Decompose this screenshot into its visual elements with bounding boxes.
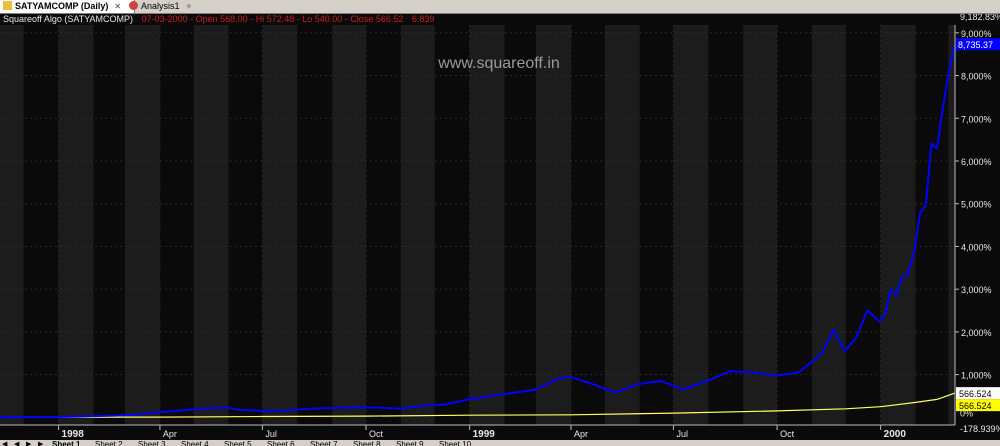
x-tick-label: Apr xyxy=(163,429,177,439)
x-tick-label: 2000 xyxy=(884,429,907,440)
month-band xyxy=(262,25,298,425)
month-band xyxy=(58,25,94,425)
y-tick-label: 9,000% xyxy=(961,29,992,39)
y-min-label: -178.939% xyxy=(960,424,1000,434)
y-tick-label: 8,000% xyxy=(961,72,992,82)
month-band xyxy=(469,25,505,425)
month-band xyxy=(400,25,435,425)
prev-sheet-button[interactable]: ◀ xyxy=(14,440,19,446)
sheet-tab[interactable]: Sheet 5 xyxy=(224,440,252,446)
y-tick-label: 7,000% xyxy=(961,114,992,124)
tab-satyamcomp[interactable]: SATYAMCOMP (Daily) ✕ xyxy=(0,0,135,13)
x-tick-label: Jul xyxy=(265,429,277,439)
settings-icon[interactable]: ✧ xyxy=(186,0,193,13)
sheet-tab[interactable]: Sheet 8 xyxy=(353,440,381,446)
sheet-tab[interactable]: Sheet 4 xyxy=(181,440,209,446)
month-band xyxy=(332,25,367,425)
x-tick-label: 1998 xyxy=(62,429,85,440)
month-band xyxy=(811,25,846,425)
tab-analysis1[interactable]: Analysis1 ✧ xyxy=(126,0,216,13)
system-name: Squareoff Algo (SATYAMCOMP) xyxy=(3,14,134,24)
sheet-tab[interactable]: Sheet 2 xyxy=(95,440,123,446)
chart-area[interactable]: www.squareoff.in 1,000% 2,000% 3,000% 4,000… xyxy=(0,0,1000,446)
month-band xyxy=(604,25,640,425)
price-last-value-label-top: 566.524 xyxy=(959,389,992,399)
quote-value: 6.839 xyxy=(411,14,435,24)
document-tabbar: SATYAMCOMP (Daily) ✕ Analysis1 ✧ xyxy=(0,0,1000,14)
sheet-tab[interactable]: Sheet 1 xyxy=(52,440,80,446)
sheet-tab[interactable]: Sheet 3 xyxy=(138,440,166,446)
month-band xyxy=(880,25,916,425)
y-tick-label: 2,000% xyxy=(961,328,992,338)
tab-label: Analysis1 xyxy=(141,1,180,11)
month-band xyxy=(743,25,778,425)
sheet-tab[interactable]: Sheet 7 xyxy=(310,440,338,446)
month-band xyxy=(125,25,160,425)
month-band xyxy=(193,25,229,425)
x-tick-label: Apr xyxy=(574,429,588,439)
sheet-tab[interactable]: Sheet 10 xyxy=(439,440,471,446)
y-tick-label: 5,000% xyxy=(961,200,992,210)
month-band xyxy=(948,25,955,425)
sheet-tab[interactable]: Sheet 6 xyxy=(267,440,295,446)
equity-last-value-label: 8,735.37 xyxy=(958,40,993,50)
quote-open: Open 568.00 xyxy=(195,14,248,24)
month-band xyxy=(0,25,24,425)
chart-info-line: Squareoff Algo (SATYAMCOMP) 07-03-2000 -… xyxy=(0,14,434,25)
month-band xyxy=(536,25,571,425)
x-tick-label: Jul xyxy=(676,429,688,439)
close-icon[interactable]: ✕ xyxy=(114,0,121,13)
tab-label: SATYAMCOMP (Daily) xyxy=(15,1,109,11)
x-tick-label: 1999 xyxy=(473,429,496,440)
first-sheet-button[interactable]: ◀ xyxy=(2,440,7,446)
price-last-value-label: 566.524 xyxy=(959,401,992,411)
y-tick-label: 6,000% xyxy=(961,157,992,167)
y-tick-label: 1,000% xyxy=(961,371,992,381)
x-tick-label: Oct xyxy=(780,429,795,439)
y-tick-label: 3,000% xyxy=(961,285,992,295)
quote-close: Close 566.52 xyxy=(350,14,404,24)
next-sheet-button[interactable]: ▶ xyxy=(26,440,31,446)
x-tick-label: Oct xyxy=(369,429,384,439)
y-tick-label: 4,000% xyxy=(961,242,992,252)
month-band xyxy=(673,25,709,425)
quote-low: Lo 540.00 xyxy=(302,14,343,24)
sheet-tab[interactable]: Sheet 9 xyxy=(396,440,424,446)
watermark: www.squareoff.in xyxy=(437,55,560,72)
sheet-tabbar: ◀ ◀ ▶ ▶ Sheet 1 Sheet 2 Sheet 3 Sheet 4 Shee… xyxy=(0,440,1000,446)
analysis-icon xyxy=(129,1,138,10)
chart-icon xyxy=(3,1,12,10)
last-sheet-button[interactable]: ▶ xyxy=(38,440,43,446)
quote-high: Hi 572.48 xyxy=(255,14,295,24)
quote-date: 07-03-2000 xyxy=(141,14,188,24)
